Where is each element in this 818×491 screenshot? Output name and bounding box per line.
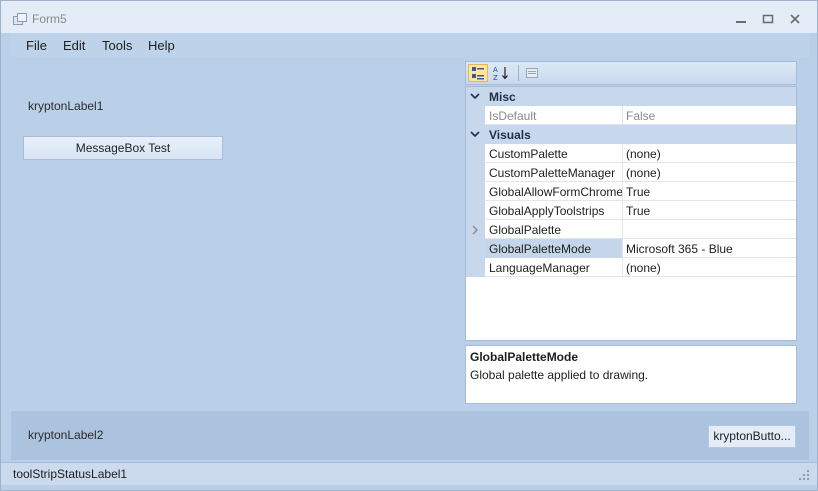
- property-grid-toolbar: AZ: [465, 61, 797, 85]
- row-gutter: [466, 144, 485, 163]
- property-name: CustomPalette: [489, 147, 568, 161]
- property-value[interactable]: Microsoft 365 - Blue: [626, 242, 733, 256]
- property-name: GlobalAllowFormChrome: [489, 185, 622, 199]
- property-value[interactable]: True: [626, 185, 650, 199]
- category-label: Misc: [489, 90, 516, 104]
- property-name: IsDefault: [489, 109, 537, 123]
- property-help-panel: GlobalPaletteMode Global palette applied…: [465, 345, 797, 404]
- property-name: GlobalPalette: [489, 223, 562, 237]
- close-icon[interactable]: [787, 11, 803, 27]
- property-value[interactable]: False: [626, 109, 655, 123]
- property-value[interactable]: (none): [626, 261, 661, 275]
- property-name: GlobalApplyToolstrips: [489, 204, 605, 218]
- krypton-button[interactable]: kryptonButto...: [708, 425, 796, 448]
- column-divider: [622, 106, 623, 125]
- property-value[interactable]: True: [626, 204, 650, 218]
- messagebox-test-button[interactable]: MessageBox Test: [23, 136, 223, 160]
- form-window: Form5 File Edit Tools Help kryptonLabel1…: [0, 0, 818, 491]
- column-divider: [622, 163, 623, 182]
- window-title: Form5: [32, 12, 67, 26]
- property-name: CustomPaletteManager: [489, 166, 616, 180]
- chevron-down-icon[interactable]: [470, 90, 480, 102]
- minimize-icon[interactable]: [733, 11, 749, 27]
- category-visuals[interactable]: Visuals: [466, 125, 796, 144]
- status-label: toolStripStatusLabel1: [13, 467, 128, 481]
- svg-text:A: A: [493, 66, 498, 74]
- row-gutter: [466, 182, 485, 201]
- column-divider: [622, 144, 623, 163]
- category-misc[interactable]: Misc: [466, 87, 796, 106]
- property-row-globalapplytoolstrips[interactable]: GlobalApplyToolstrips True: [466, 201, 796, 220]
- krypton-label-2: kryptonLabel2: [28, 428, 104, 442]
- bottom-panel: kryptonLabel2 kryptonButto...: [11, 411, 809, 460]
- menu-help[interactable]: Help: [148, 38, 175, 53]
- title-bar[interactable]: Form5: [1, 1, 817, 33]
- row-gutter: [466, 220, 485, 239]
- column-divider: [622, 201, 623, 220]
- property-name: LanguageManager: [489, 261, 590, 275]
- svg-text:Z: Z: [493, 74, 498, 81]
- property-value[interactable]: (none): [626, 147, 661, 161]
- property-row-custompalette[interactable]: CustomPalette (none): [466, 144, 796, 163]
- menu-edit[interactable]: Edit: [63, 38, 85, 53]
- row-gutter: [466, 201, 485, 220]
- property-row-globalallowformchrome[interactable]: GlobalAllowFormChrome True: [466, 182, 796, 201]
- status-bar: toolStripStatusLabel1: [1, 462, 817, 485]
- category-label: Visuals: [489, 128, 531, 142]
- row-gutter: [466, 106, 485, 125]
- row-gutter: [466, 239, 485, 258]
- property-row-globalpalette[interactable]: GlobalPalette: [466, 220, 796, 239]
- property-value[interactable]: (none): [626, 166, 661, 180]
- property-row-languagemanager[interactable]: LanguageManager (none): [466, 258, 796, 277]
- menu-tools[interactable]: Tools: [102, 38, 132, 53]
- chevron-down-icon[interactable]: [470, 128, 480, 140]
- property-row-isdefault[interactable]: IsDefault False: [466, 106, 796, 125]
- app-icon: [13, 13, 27, 27]
- categorized-icon[interactable]: [468, 64, 488, 82]
- expand-chevron-right-icon[interactable]: [471, 224, 479, 235]
- property-grid: AZ Misc IsDefault False Visuals CustomPa…: [465, 61, 797, 404]
- menu-bar: File Edit Tools Help: [11, 33, 809, 57]
- column-divider: [622, 258, 623, 277]
- property-name: GlobalPaletteMode: [489, 242, 592, 256]
- help-title: GlobalPaletteMode: [470, 350, 579, 364]
- toolbar-separator: [518, 65, 519, 81]
- property-grid-list: Misc IsDefault False Visuals CustomPalet…: [465, 86, 797, 341]
- krypton-label-1: kryptonLabel1: [28, 99, 104, 113]
- menu-file[interactable]: File: [26, 38, 47, 53]
- column-divider: [622, 239, 623, 258]
- column-divider: [622, 182, 623, 201]
- client-area: kryptonLabel1 MessageBox Test AZ Misc Is…: [11, 57, 809, 411]
- row-gutter: [466, 163, 485, 182]
- property-pages-icon[interactable]: [522, 64, 542, 82]
- property-row-globalpalettemode[interactable]: GlobalPaletteMode Microsoft 365 - Blue: [466, 239, 796, 258]
- row-gutter: [466, 258, 485, 277]
- property-row-custompalettemanager[interactable]: CustomPaletteManager (none): [466, 163, 796, 182]
- maximize-icon[interactable]: [760, 11, 776, 27]
- sort-az-icon[interactable]: AZ: [491, 64, 511, 82]
- resize-grip-icon[interactable]: [799, 469, 809, 480]
- help-description: Global palette applied to drawing.: [470, 368, 649, 382]
- column-divider: [622, 220, 623, 239]
